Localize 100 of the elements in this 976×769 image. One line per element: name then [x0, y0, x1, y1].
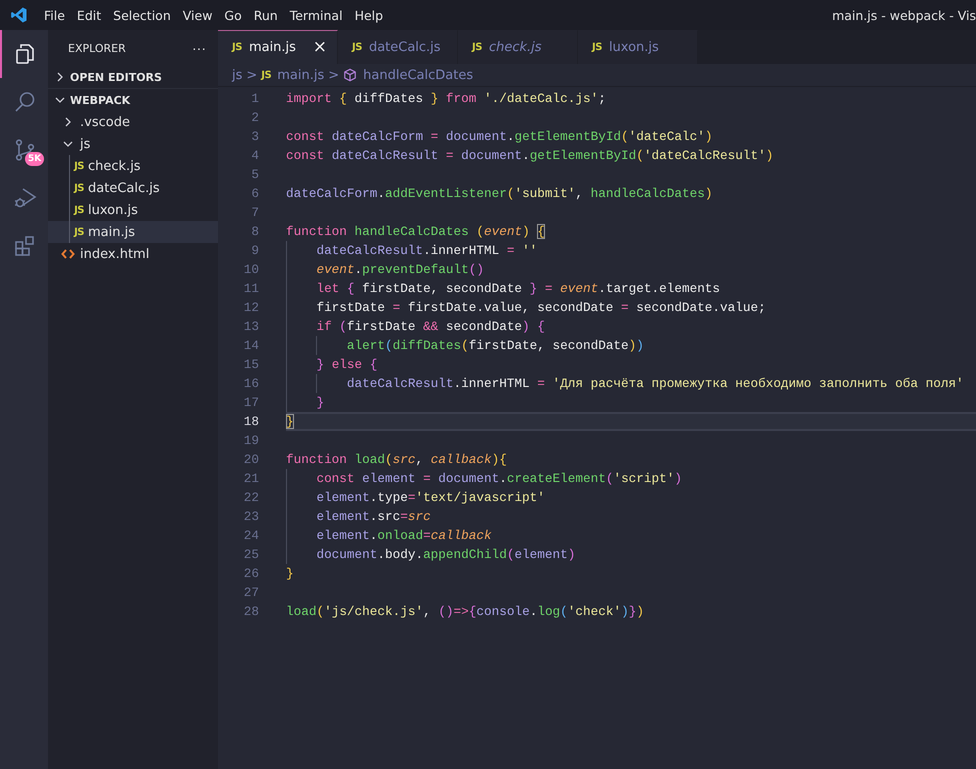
menu-item[interactable]: View: [176, 3, 218, 27]
code-line: load('js/check.js', ()=>{console.log('check')}): [286, 603, 645, 621]
app-logo-icon[interactable]: [10, 6, 28, 24]
tree-item[interactable]: js: [48, 133, 218, 155]
code-line: element.src=src: [286, 507, 976, 526]
file-name: .vscode: [80, 114, 130, 130]
code-line: element.onload=callback: [286, 526, 976, 545]
line-number: 1: [250, 91, 259, 106]
code-line: document.body.appendChild(element): [286, 545, 976, 564]
js-file-icon: JS: [352, 42, 362, 53]
line-number: 11: [242, 281, 259, 296]
editor-tab[interactable]: JS luxon.js: [578, 30, 698, 64]
js-file-icon: JS: [74, 226, 84, 238]
menu-item[interactable]: Run: [248, 3, 284, 27]
cube-icon: [343, 68, 358, 82]
breadcrumb-item[interactable]: handleCalcDates: [363, 68, 474, 82]
code-line: } else {: [286, 355, 976, 374]
menu-item[interactable]: Edit: [70, 3, 108, 27]
menu-item[interactable]: Terminal: [284, 3, 349, 27]
sidebar-title: EXPLORER: [68, 42, 126, 54]
run-debug-icon[interactable]: [13, 186, 37, 210]
line-number: 8: [250, 224, 259, 239]
line-number: 22: [242, 490, 259, 505]
line-number: 13: [242, 319, 259, 334]
line-number: 24: [242, 528, 259, 543]
line-number: 26: [242, 566, 259, 581]
line-number: 12: [242, 300, 259, 315]
line-number: 15: [242, 357, 259, 372]
tree-item[interactable]: JS luxon.js: [48, 199, 218, 221]
code-line: }: [286, 565, 295, 583]
code-line: const dateCalcResult = document.getElementById('dateCalcResult'): [286, 147, 774, 165]
code-line: if (firstDate && secondDate) {: [286, 317, 976, 336]
code-line: import { diffDates } from './dateCalc.js';: [286, 90, 607, 108]
line-number: 2: [250, 110, 259, 125]
editor-tab[interactable]: JS check.js: [458, 30, 578, 64]
code-line: const dateCalcForm = document.getElementById('dateCalc'): [286, 128, 714, 146]
count-badge: 5K: [25, 152, 44, 166]
line-number: 4: [250, 148, 259, 163]
line-number: 16: [242, 376, 259, 391]
file-name: index.html: [80, 246, 150, 262]
menu-item[interactable]: Help: [348, 3, 390, 27]
file-name: check.js: [88, 158, 141, 174]
breadcrumb-separator: >: [328, 68, 340, 82]
line-number: 5: [250, 167, 259, 182]
tree-item[interactable]: JS dateCalc.js: [48, 177, 218, 199]
file-name: js: [80, 136, 90, 152]
code-line: const element = document.createElement('script'): [286, 469, 976, 488]
extensions-icon[interactable]: [13, 234, 37, 258]
menu-item[interactable]: Selection: [107, 3, 177, 27]
line-number: 10: [242, 262, 259, 277]
line-number: 17: [242, 395, 259, 410]
line-number: 27: [242, 585, 259, 600]
code-line: firstDate = firstDate.value, secondDate = secondDate.value;: [286, 298, 976, 317]
breadcrumb-separator: >: [246, 68, 258, 82]
code-line: function handleCalcDates (event) {: [286, 223, 546, 241]
menu-item[interactable]: Go: [218, 3, 248, 27]
section-header[interactable]: WEBPACK: [48, 89, 218, 111]
code-line: dateCalcResult.innerHTML = 'Для расчёта промежутка необходимо заполнить оба поля': [286, 374, 976, 393]
code-line: element.type='text/javascript': [286, 488, 976, 507]
js-file-icon: JS: [74, 182, 84, 194]
line-number: 23: [242, 509, 259, 524]
js-file-icon: JS: [261, 70, 272, 80]
search-icon[interactable]: [13, 90, 37, 114]
editor-tab[interactable]: JS dateCalc.js: [338, 30, 458, 64]
js-file-icon: JS: [232, 42, 242, 53]
js-file-icon: JS: [74, 160, 84, 172]
js-file-icon: JS: [74, 204, 84, 216]
tree-item[interactable]: JS check.js: [48, 155, 218, 177]
line-number: 9: [250, 243, 259, 258]
breadcrumb-item[interactable]: main.js: [277, 68, 324, 82]
menu-item[interactable]: File: [38, 3, 71, 27]
close-icon[interactable]: ×: [312, 39, 327, 56]
line-number: 21: [242, 471, 259, 486]
breadcrumb-item[interactable]: js: [232, 68, 242, 82]
js-file-icon: JS: [472, 42, 482, 53]
code-line: dateCalcResult.innerHTML = '': [286, 241, 976, 260]
more-actions-button[interactable]: ···: [192, 40, 206, 56]
tree-item[interactable]: .vscode: [48, 111, 218, 133]
window-title: main.js - webpack - Vis: [832, 8, 976, 22]
code-line: let { firstDate, secondDate } = event.target.elements: [286, 279, 976, 298]
file-name: dateCalc.js: [88, 180, 160, 196]
tree-item[interactable]: index.html: [48, 243, 218, 265]
line-number: 19: [242, 433, 259, 448]
line-number: 14: [242, 338, 259, 353]
line-number: 28: [242, 604, 259, 619]
line-number: 18: [242, 414, 259, 429]
file-name: main.js: [88, 224, 135, 240]
file-name: luxon.js: [88, 202, 138, 218]
line-number: 6: [250, 186, 259, 201]
files-icon[interactable]: [13, 42, 37, 66]
line-number: 25: [242, 547, 259, 562]
tree-item[interactable]: JS main.js: [48, 221, 218, 243]
code-line: function load(src, callback){: [286, 451, 508, 469]
code-line: alert(diffDates(firstDate, secondDate)): [286, 336, 976, 355]
js-file-icon: JS: [592, 42, 602, 53]
editor-tab[interactable]: JS main.js ×: [218, 30, 338, 64]
code-line: dateCalcForm.addEventListener('submit', handleCalcDates): [286, 185, 714, 203]
line-number: 7: [250, 205, 259, 220]
line-number: 3: [250, 129, 259, 144]
code-line: }: [286, 393, 976, 412]
